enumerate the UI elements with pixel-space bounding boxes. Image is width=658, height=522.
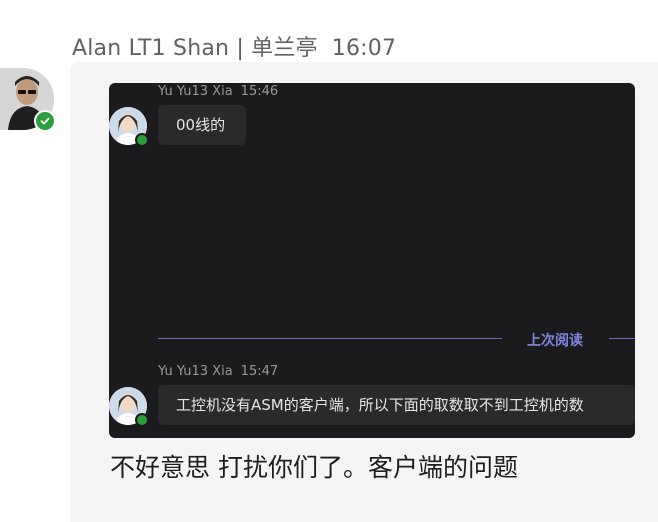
- sender-name[interactable]: Alan LT1 Shan | 单兰亭: [72, 36, 318, 61]
- shot-bubble-1: 00线的: [158, 105, 246, 145]
- shot-text-1: 00线的: [176, 116, 226, 134]
- last-read-divider-right: [609, 338, 635, 339]
- shot-text-2: 工控机没有ASM的客户端，所以下面的取数取不到工控机的数: [176, 396, 584, 414]
- message-text: 不好意思 打扰你们了。客户端的问题: [110, 453, 518, 482]
- shot-meta-1: Yu Yu13 Xia 15:46: [158, 84, 278, 99]
- attached-screenshot[interactable]: Yu Yu13 Xia 15:46 00线的 上次阅读 Yu Yu13 Xia 15…: [109, 83, 635, 438]
- shot-presence-icon-1: [135, 133, 149, 147]
- sender-avatar[interactable]: [0, 68, 56, 132]
- shot-bubble-2: 工控机没有ASM的客户端，所以下面的取数取不到工控机的数: [158, 385, 635, 425]
- last-read-label: 上次阅读: [527, 333, 583, 349]
- presence-available-icon: [34, 110, 56, 132]
- last-read-divider-left: [158, 338, 502, 339]
- shot-time-1: 15:46: [240, 84, 279, 99]
- sender-line: Alan LT1 Shan | 单兰亭 16:07: [72, 30, 396, 62]
- shot-time-2: 15:47: [240, 364, 279, 379]
- shot-sender-1: Yu Yu13 Xia: [158, 84, 233, 99]
- message-time: 16:07: [331, 36, 397, 61]
- shot-presence-icon-2: [135, 413, 149, 427]
- shot-meta-2: Yu Yu13 Xia 15:47: [158, 364, 278, 379]
- shot-sender-2: Yu Yu13 Xia: [158, 364, 233, 379]
